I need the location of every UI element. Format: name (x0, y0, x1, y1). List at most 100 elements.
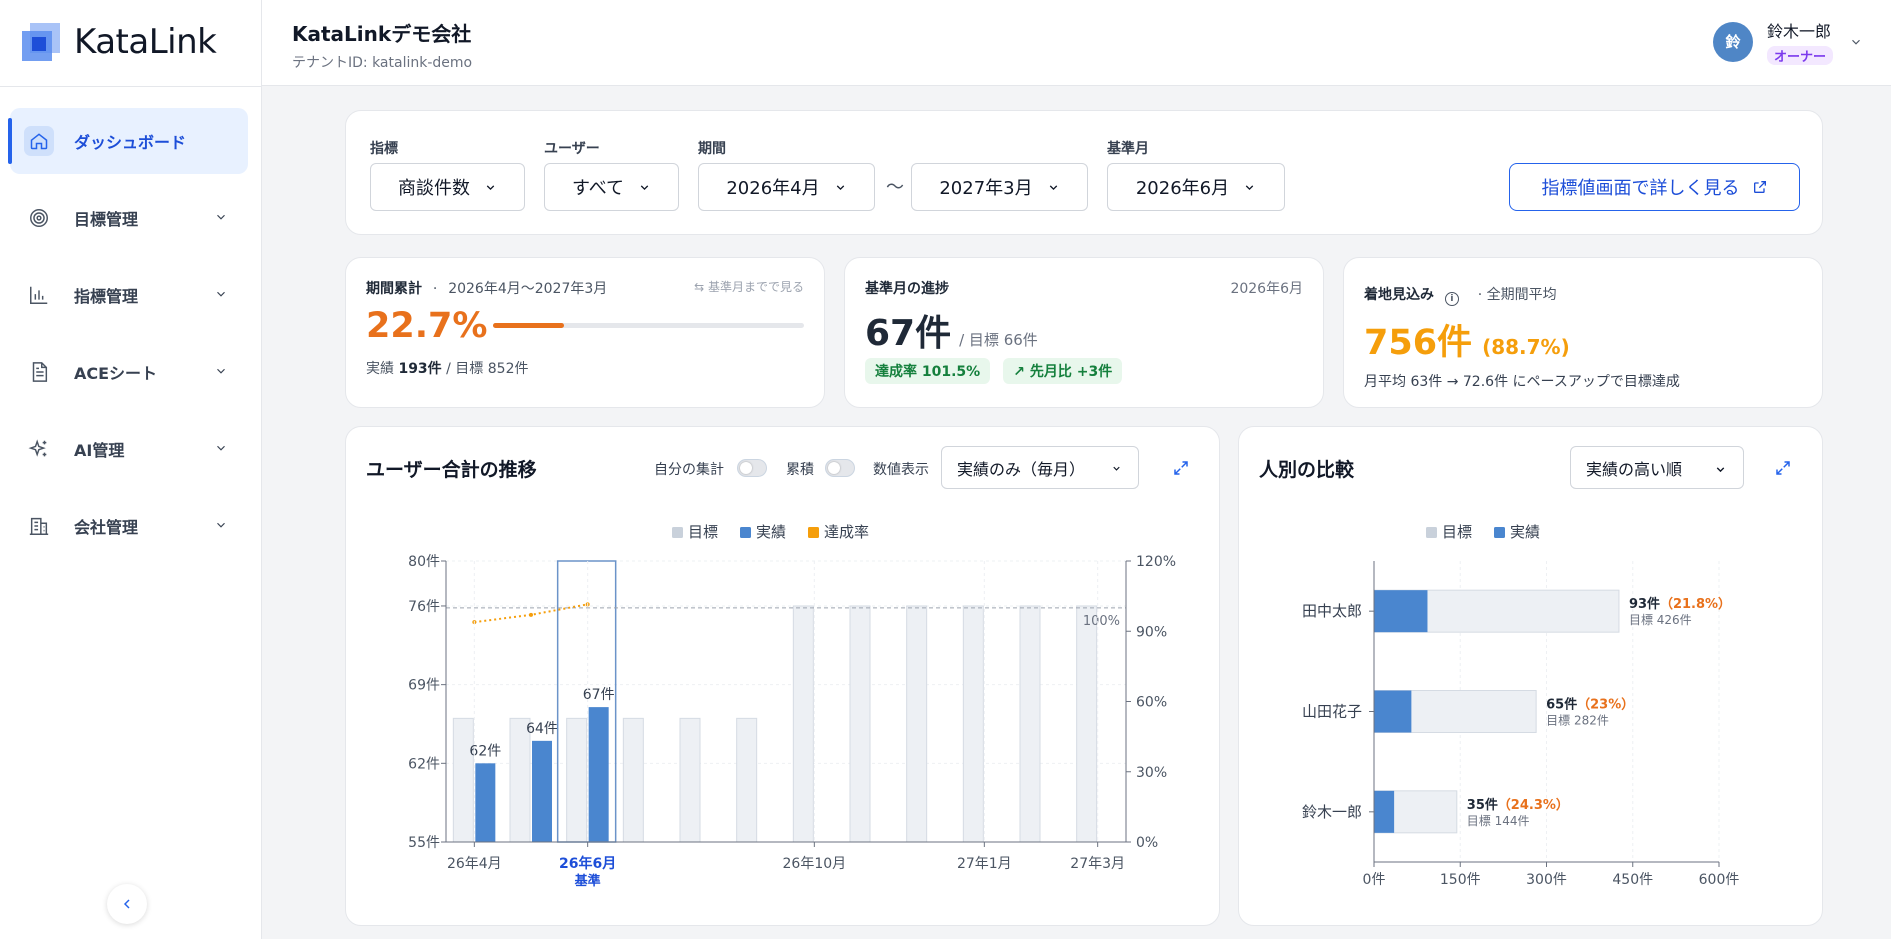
trend-up-icon: ↗ (1013, 364, 1026, 380)
card-title: 期間累計 · 2026年4月〜2027年3月 (366, 278, 607, 298)
base-month-select[interactable]: 2026年6月 (1107, 163, 1285, 211)
sidebar-item-dashboard[interactable]: ダッシュボード (8, 108, 248, 174)
forecast-sub: · 全期間平均 (1477, 287, 1557, 303)
sidebar-item-label: 会社管理 (74, 518, 139, 537)
sidebar: KataLink ダッシュボード 目標管理 指標管理 ACEシート AI管理 会… (0, 0, 262, 939)
period-separator: 〜 (886, 177, 904, 198)
cumulative-footer: 実績 193件 / 目標 852件 (366, 358, 528, 378)
home-icon (24, 126, 54, 156)
sidebar-item-ai[interactable]: AI管理 (10, 416, 248, 482)
mom-badge: ↗ 先月比 +3件 (1003, 358, 1123, 384)
value-label: 93件 (1629, 596, 1660, 612)
period-to-select[interactable]: 2027年3月 (911, 163, 1088, 211)
rate-label: （24.3%） (1498, 797, 1569, 813)
period-from-select[interactable]: 2026年4月 (698, 163, 875, 211)
period-to-value: 2027年3月 (939, 178, 1033, 199)
forecast-note: 月平均 63件 → 72.6件 にペースアップで目標達成 (1364, 374, 1680, 390)
x-tick-label: 26年10月 (783, 856, 847, 872)
user-filter-label: ユーザー (544, 141, 600, 157)
sparkles-icon (24, 434, 54, 464)
swap-icon: ⇆ (694, 280, 705, 294)
x-tick-label: 27年3月 (1070, 856, 1125, 872)
sidebar-nav: ダッシュボード 目標管理 指標管理 ACEシート AI管理 会社管理 (8, 108, 248, 570)
reference-label: 100% (1083, 614, 1120, 629)
chevron-down-icon (836, 184, 844, 190)
rate-point (529, 612, 533, 617)
document-icon (24, 357, 54, 387)
y-tick-label: 76件 (408, 599, 440, 615)
legend-swatch (1494, 527, 1505, 538)
x-tick-label: 300件 (1526, 872, 1567, 888)
tenant-id: テナントID: katalink-demo (292, 55, 473, 71)
info-icon[interactable]: i (1444, 292, 1459, 306)
sidebar-item-metrics[interactable]: 指標管理 (10, 262, 248, 328)
logo-mark-icon (22, 23, 60, 61)
actual-value: 193件 (398, 361, 442, 377)
chevron-down-icon (217, 368, 225, 374)
x-tick-label: 26年6月 (559, 855, 616, 872)
forecast-value-row: 756件 (88.7%) (1364, 314, 1570, 365)
actual-bar (532, 740, 552, 842)
value-label: 65件 (1546, 697, 1577, 713)
base-progress-value-row: 67件 / 目標 66件 (865, 304, 1038, 356)
building-icon (24, 511, 54, 541)
sidebar-item-label: ダッシュボード (74, 133, 187, 152)
chevron-down-icon (640, 184, 649, 190)
user-name: 鈴木一郎 (1766, 22, 1831, 41)
sidebar-item-label: ACEシート (74, 364, 158, 383)
chevron-down-icon (217, 291, 225, 297)
logo[interactable]: KataLink (22, 22, 217, 62)
cumulative-progress-fill (493, 323, 564, 328)
period-label: 期間 (698, 141, 726, 157)
target-bar (566, 717, 588, 843)
target-bar (962, 605, 984, 843)
actual-bar (1374, 790, 1395, 833)
base-month-link[interactable]: ⇆ 基準月までで見る (694, 278, 804, 295)
sidebar-item-ace-sheet[interactable]: ACEシート (10, 339, 248, 405)
x-tick-label: 450件 (1612, 872, 1653, 888)
period-from-value: 2026年4月 (726, 178, 820, 199)
actual-bar (1374, 690, 1412, 733)
actual-bar (1374, 590, 1428, 633)
target-bar (452, 717, 474, 843)
company-name: KataLinkデモ会社 (292, 22, 472, 46)
y2-tick-label: 30% (1136, 765, 1167, 781)
base-month-value: 2026年6月 (1135, 178, 1230, 199)
target-label: 目標 426件 (1629, 613, 1692, 627)
base-progress-month: 2026年6月 (1230, 281, 1303, 297)
metric-value: 商談件数 (398, 178, 470, 199)
legend-swatch (672, 527, 683, 538)
data-label: 62件 (469, 743, 501, 759)
base-month-card: 基準月の進捗 2026年6月 67件 / 目標 66件 達成率 101.5% ↗… (844, 257, 1324, 408)
base-month-label: 基準 (574, 873, 601, 889)
sidebar-item-label: 指標管理 (74, 287, 139, 306)
y-tick-label: 55件 (408, 835, 440, 851)
sidebar-divider (0, 86, 262, 87)
sidebar-item-company[interactable]: 会社管理 (10, 493, 248, 559)
cumulative-card: 期間累計 · 2026年4月〜2027年3月 ⇆ 基準月までで見る 22.7% … (345, 257, 825, 408)
target-label: 目標 282件 (1546, 714, 1609, 728)
role-badge: オーナー (1766, 46, 1833, 65)
forecast-percent: (88.7%) (1482, 335, 1570, 359)
target-bar (509, 717, 531, 843)
target-suffix: / 目標 852件 (441, 361, 529, 377)
trend-chart-card: ユーザー合計の推移 自分の集計 累積 数値表示 実績のみ（毎月） 目標 実績 達成率… (345, 426, 1220, 926)
user-select[interactable]: すべて (544, 163, 679, 211)
forecast-value: 756件 (1364, 323, 1473, 363)
sidebar-item-goals[interactable]: 目標管理 (10, 185, 248, 251)
metric-select[interactable]: 商談件数 (370, 163, 525, 211)
cumulative-range-prefix: · (432, 281, 438, 297)
chevron-down-icon (217, 445, 225, 451)
view-details-button[interactable]: 指標値画面で詳しく見る (1509, 163, 1800, 211)
comparison-chart: 目標 実績 0件 150件 300件 450件 600件 田中太郎 93件 （21.8%）目標 4… (1302, 523, 1740, 888)
actual-prefix: 実績 (366, 361, 399, 377)
target-bar (622, 717, 644, 843)
target-bar (906, 605, 928, 843)
target-bar (1019, 605, 1041, 843)
sidebar-collapse-button[interactable] (107, 884, 147, 924)
cumulative-range: 2026年4月〜2027年3月 (448, 281, 608, 297)
x-tick-label: 600件 (1699, 872, 1740, 888)
actual-bar (475, 763, 496, 842)
user-menu[interactable]: 鈴 鈴木一郎 オーナー (1712, 18, 1863, 65)
sidebar-item-label: AI管理 (74, 441, 125, 460)
